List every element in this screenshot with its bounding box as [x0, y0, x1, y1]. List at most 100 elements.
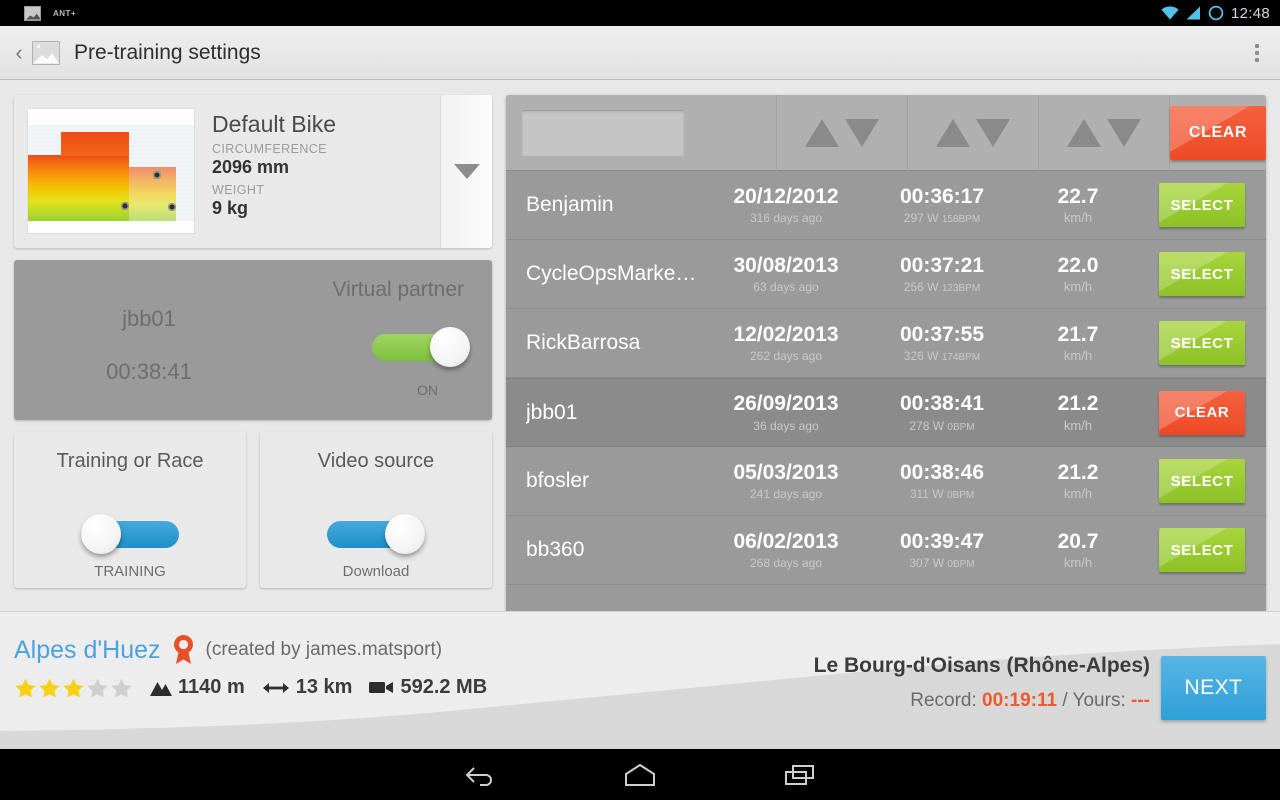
- app-screen: ANT+ 12:48 ‹ Pre-training settings Defau…: [0, 0, 1280, 800]
- ride-power-bpm: 297 W 158BPM: [904, 211, 980, 225]
- toggle-knob: [430, 327, 470, 367]
- mountain-icon: [150, 681, 172, 696]
- elevation-value: 1140 m: [178, 676, 245, 698]
- ride-bpm: 158BPM: [941, 214, 981, 226]
- signal-icon: [1186, 6, 1201, 20]
- row-speed-cell: 22.0 km/h: [1018, 240, 1138, 309]
- row-name-cell: bb360: [506, 516, 706, 585]
- sort-ascending-icon[interactable]: [935, 118, 970, 147]
- table-body: Benjamin 20/12/2012 316 days ago 00:36:17 29…: [506, 171, 1266, 585]
- ride-time: 00:38:46: [899, 460, 985, 484]
- video-source-toggle[interactable]: [327, 514, 425, 554]
- row-select-button[interactable]: SELECT: [1159, 321, 1245, 365]
- ride-date: 06/02/2013: [733, 529, 839, 553]
- wifi-icon: [1161, 6, 1179, 20]
- ride-bpm: 0BPM: [946, 490, 975, 502]
- bike-expand-button[interactable]: [440, 95, 492, 248]
- row-select-button[interactable]: SELECT: [1159, 528, 1245, 572]
- mode-cards-row: Training or Race TRAINING Video source D…: [14, 432, 492, 588]
- ride-date: 12/02/2013: [733, 322, 839, 346]
- ride-speed-unit: km/h: [1063, 555, 1093, 571]
- virtual-partner-time: 00:38:41: [106, 359, 192, 384]
- ride-speed: 20.7: [1057, 529, 1099, 553]
- sort-descending-icon[interactable]: [975, 118, 1010, 147]
- home-nav-icon: [625, 763, 655, 786]
- ride-time: 00:39:47: [899, 529, 985, 553]
- row-date-cell: 06/02/2013 268 days ago: [706, 516, 866, 585]
- table-row[interactable]: RickBarrosa 12/02/2013 262 days ago 00:37:5…: [506, 309, 1266, 378]
- elevation-meta: 1140 m: [149, 676, 245, 699]
- ride-power-bpm: 326 W 174BPM: [904, 349, 980, 363]
- virtual-partner-name: jbb01: [122, 306, 176, 331]
- sort-ascending-icon[interactable]: [804, 118, 839, 147]
- ride-speed: 21.2: [1057, 392, 1099, 416]
- table-row[interactable]: Benjamin 20/12/2012 316 days ago 00:36:17 29…: [506, 171, 1266, 240]
- clear-all-button[interactable]: CLEAR: [1169, 105, 1266, 160]
- sort-descending-icon[interactable]: [844, 118, 879, 147]
- ride-days-ago: 63 days ago: [753, 280, 819, 295]
- clear-all-cell: CLEAR: [1169, 95, 1266, 171]
- nav-recents-button[interactable]: [720, 749, 880, 800]
- row-name-cell: RickBarrosa: [506, 309, 706, 378]
- main-content: Default Bike CIRCUMFERENCE 2096 mm WEIGH…: [0, 81, 1280, 687]
- virtual-partner-toggle[interactable]: [372, 327, 470, 367]
- training-or-race-toggle[interactable]: [81, 514, 179, 554]
- virtual-partner-title: Virtual partner: [332, 278, 464, 301]
- rider-results-panel: CLEAR Benjamin 20/12/2012 316 days ago 00:3…: [506, 95, 1266, 687]
- row-select-button[interactable]: SELECT: [1159, 183, 1245, 227]
- status-clock: 12:48: [1230, 4, 1270, 22]
- row-select-button[interactable]: SELECT: [1159, 252, 1245, 296]
- ride-speed-unit: km/h: [1063, 210, 1093, 226]
- row-select-button[interactable]: SELECT: [1159, 459, 1245, 503]
- row-name-cell: jbb01: [506, 378, 706, 447]
- search-cell: [506, 95, 777, 171]
- ride-time: 00:38:41: [899, 392, 985, 416]
- table-row[interactable]: jbb01 26/09/2013 36 days ago 00:38:41 278 W …: [506, 378, 1266, 447]
- row-date-cell: 30/08/2013 63 days ago: [706, 240, 866, 309]
- sort-ascending-icon[interactable]: [1066, 118, 1101, 147]
- row-speed-cell: 21.7 km/h: [1018, 309, 1138, 378]
- row-speed-cell: 21.2 km/h: [1018, 378, 1138, 447]
- virtual-partner-card: Virtual partner jbb01 00:38:41 ON: [14, 260, 492, 420]
- course-name[interactable]: Alpes d'Huez: [14, 636, 161, 665]
- sort-speed-cell[interactable]: [1039, 95, 1170, 171]
- video-source-card: Video source Download: [260, 432, 492, 588]
- table-row[interactable]: bb360 06/02/2013 268 days ago 00:39:47 307 W…: [506, 516, 1266, 585]
- virtual-partner-state: ON: [417, 382, 438, 398]
- ride-power-bpm: 256 W 123BPM: [904, 280, 980, 294]
- ride-time: 00:37:21: [899, 253, 985, 277]
- ride-power: 278 W: [909, 418, 945, 433]
- ride-days-ago: 262 days ago: [749, 349, 823, 364]
- bike-info: Default Bike CIRCUMFERENCE 2096 mm WEIGH…: [194, 95, 440, 248]
- course-author: (created by james.matsport): [205, 639, 443, 660]
- row-clear-button[interactable]: CLEAR: [1159, 390, 1245, 435]
- back-arrow-icon[interactable]: ‹: [10, 40, 28, 66]
- sort-descending-icon[interactable]: [1106, 118, 1141, 147]
- bike-card[interactable]: Default Bike CIRCUMFERENCE 2096 mm WEIGH…: [14, 95, 492, 248]
- next-button[interactable]: NEXT: [1161, 656, 1266, 720]
- app-logo-icon[interactable]: [32, 40, 60, 65]
- ride-date: 05/03/2013: [733, 460, 839, 484]
- back-nav-icon: [465, 766, 492, 786]
- sort-time-cell[interactable]: [908, 95, 1039, 171]
- table-row[interactable]: CycleOpsMarke… 30/08/2013 63 days ago 00:37…: [506, 240, 1266, 309]
- rider-name: jbb01: [526, 400, 578, 424]
- row-name-cell: bfosler: [506, 447, 706, 516]
- distance-meta: 13 km: [261, 676, 352, 699]
- circumference-label: CIRCUMFERENCE: [212, 142, 327, 157]
- training-or-race-card: Training or Race TRAINING: [14, 432, 246, 588]
- star-empty-icon: [87, 678, 108, 697]
- ride-power: 256 W: [903, 280, 939, 295]
- ride-bpm: 174BPM: [941, 352, 981, 364]
- search-input[interactable]: [522, 109, 684, 156]
- record-value: 00:19:11: [982, 690, 1058, 711]
- table-row[interactable]: bfosler 05/03/2013 241 days ago 00:38:46 311…: [506, 447, 1266, 516]
- overflow-menu-icon[interactable]: [1244, 35, 1270, 71]
- sort-date-cell[interactable]: [777, 95, 908, 171]
- table-header: CLEAR: [506, 95, 1266, 171]
- weight-value: 9 kg: [212, 198, 249, 219]
- nav-back-button[interactable]: [400, 749, 560, 800]
- row-date-cell: 12/02/2013 262 days ago: [706, 309, 866, 378]
- record-label: Record:: [910, 690, 977, 711]
- nav-home-button[interactable]: [560, 749, 720, 800]
